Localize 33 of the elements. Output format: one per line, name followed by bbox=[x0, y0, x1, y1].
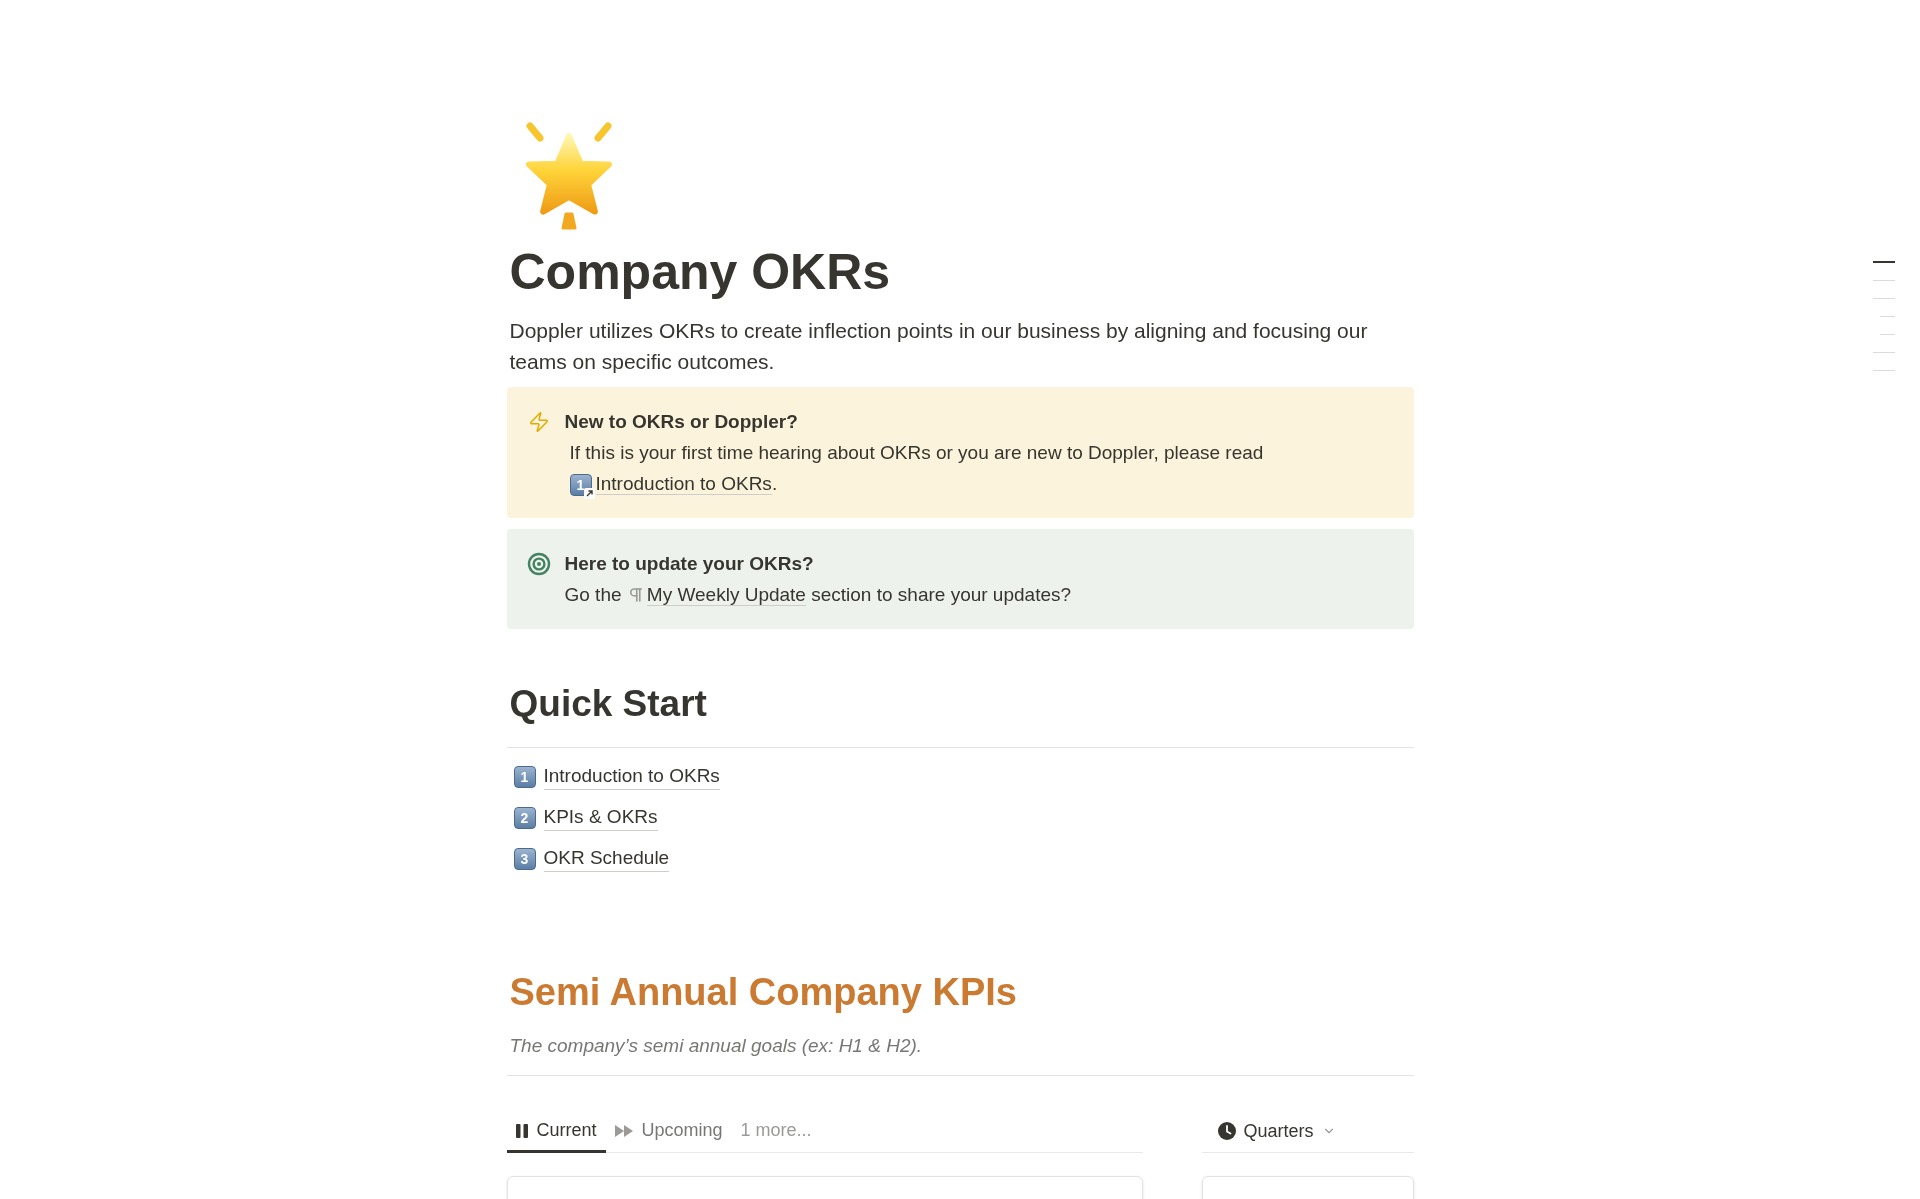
outline-marker[interactable] bbox=[1880, 333, 1895, 335]
section-heading: Quick Start bbox=[508, 682, 708, 726]
keycap-number: 3 bbox=[513, 847, 536, 870]
outline-marker[interactable] bbox=[1873, 351, 1895, 353]
outline-marker[interactable] bbox=[1873, 279, 1895, 281]
view-tab[interactable]: Current bbox=[506, 1111, 606, 1153]
callout-title: Here to update your OKRs? bbox=[564, 552, 815, 576]
target-icon bbox=[526, 551, 551, 576]
page-description: Doppler utilizes OKRs to create inflection points in our business by aligning and focusing our teams on specific outcomes. bbox=[508, 318, 1369, 375]
callout-text: Go the My Weekly Update section to share your updates? bbox=[564, 583, 1073, 608]
keycap-number: 2 bbox=[513, 806, 536, 829]
lightning-icon bbox=[527, 410, 550, 433]
keycap-number: 1 bbox=[513, 765, 536, 788]
callout-text: If this is your first time hearing about OKRs or you are new to Doppler, please read 1 Introduction to OKRs. bbox=[564, 437, 1396, 499]
outline-marker[interactable] bbox=[1873, 369, 1895, 371]
page-link[interactable]: KPIs & OKRs bbox=[543, 804, 658, 831]
page-link[interactable]: OKR Schedule bbox=[543, 845, 670, 872]
outline-marker[interactable] bbox=[1873, 297, 1895, 299]
section-subtitle: The company’s semi annual goals (ex: H1 & H2). bbox=[508, 1034, 924, 1058]
callout-title: New to OKRs or Doppler? bbox=[564, 410, 799, 434]
outline-marker[interactable] bbox=[1873, 261, 1895, 263]
page-link[interactable]: Introduction to OKRs bbox=[543, 763, 720, 790]
page-title: Company OKRs bbox=[508, 243, 892, 302]
link-arrow-icon bbox=[583, 488, 595, 499]
section-heading: Semi Annual Company KPIs bbox=[508, 970, 1018, 1015]
outline-marker[interactable] bbox=[1880, 315, 1895, 317]
view-tab[interactable]: Upcoming bbox=[605, 1111, 732, 1153]
pause-icon bbox=[515, 1123, 528, 1138]
grouping-button[interactable]: Quarters bbox=[1217, 1117, 1336, 1145]
fast-forward-icon bbox=[614, 1124, 633, 1137]
page-link[interactable]: My Weekly Update bbox=[646, 584, 806, 606]
page-link[interactable]: Introduction to OKRs bbox=[595, 473, 772, 495]
clock-icon bbox=[1217, 1122, 1236, 1140]
